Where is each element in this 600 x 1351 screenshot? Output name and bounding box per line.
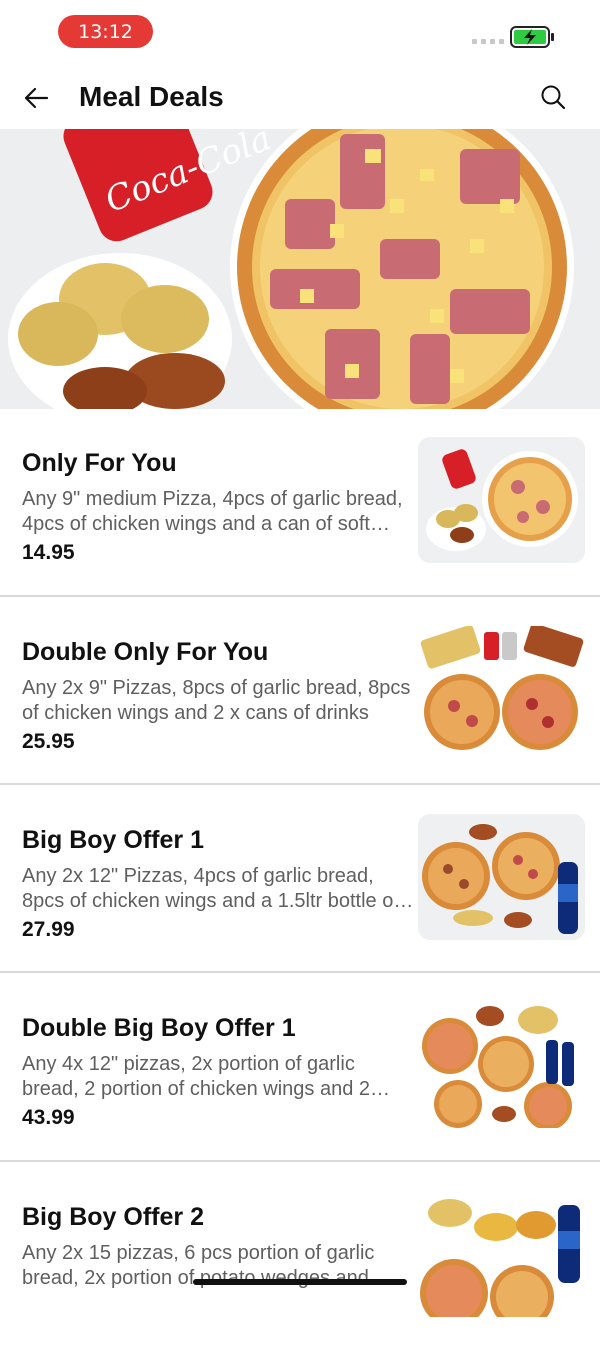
status-bar: 13:12 bbox=[0, 0, 600, 62]
status-time: 13:12 bbox=[58, 15, 153, 48]
deal-price: 27.99 bbox=[22, 918, 75, 941]
divider bbox=[0, 595, 600, 597]
deal-card[interactable]: Big Boy Offer 1 Any 2x 12" Pizzas, 4pcs … bbox=[0, 786, 600, 974]
deal-card[interactable]: Big Boy Offer 2 Any 2x 15 pizzas, 6 pcs … bbox=[0, 1163, 600, 1351]
search-icon[interactable] bbox=[540, 84, 566, 110]
divider bbox=[0, 1160, 600, 1162]
back-arrow-icon[interactable] bbox=[22, 84, 50, 112]
deal-image bbox=[418, 626, 585, 752]
battery-charging-icon bbox=[510, 26, 554, 48]
home-indicator[interactable] bbox=[193, 1279, 407, 1285]
deal-card[interactable]: Only For You Any 9" medium Pizza, 4pcs o… bbox=[0, 409, 600, 597]
deal-price: 25.95 bbox=[22, 730, 75, 753]
deal-description: Any 9" medium Pizza, 4pcs of garlic brea… bbox=[22, 488, 403, 535]
deal-price: 43.99 bbox=[22, 1106, 75, 1129]
deal-title: Only For You bbox=[22, 449, 177, 477]
divider bbox=[0, 783, 600, 785]
deal-price: 14.95 bbox=[22, 541, 75, 564]
deal-card[interactable]: Double Big Boy Offer 1 Any 4x 12" pizzas… bbox=[0, 974, 600, 1162]
deal-image bbox=[418, 437, 585, 563]
deal-title: Double Only For You bbox=[22, 638, 269, 666]
deal-title: Big Boy Offer 1 bbox=[22, 826, 204, 854]
deal-description: Any 4x 12" pizzas, 2x portion of garlic … bbox=[22, 1053, 370, 1100]
deal-image bbox=[418, 1002, 585, 1128]
deal-image bbox=[418, 1191, 585, 1317]
page-title: Meal Deals bbox=[79, 81, 224, 112]
divider bbox=[0, 971, 600, 973]
app-header: Meal Deals bbox=[0, 62, 600, 130]
deal-description: Any 2x 9" Pizzas, 8pcs of garlic bread, … bbox=[22, 677, 411, 724]
hero-banner-image: Coca-Cola bbox=[0, 129, 600, 409]
deal-card[interactable]: Double Only For You Any 2x 9" Pizzas, 8p… bbox=[0, 598, 600, 786]
deal-title: Double Big Boy Offer 1 bbox=[22, 1014, 296, 1042]
deal-title: Big Boy Offer 2 bbox=[22, 1203, 204, 1231]
deal-description: Any 2x 12" Pizzas, 4pcs of garlic bread,… bbox=[22, 865, 399, 912]
deal-image bbox=[418, 814, 585, 940]
signal-icon bbox=[472, 39, 504, 44]
